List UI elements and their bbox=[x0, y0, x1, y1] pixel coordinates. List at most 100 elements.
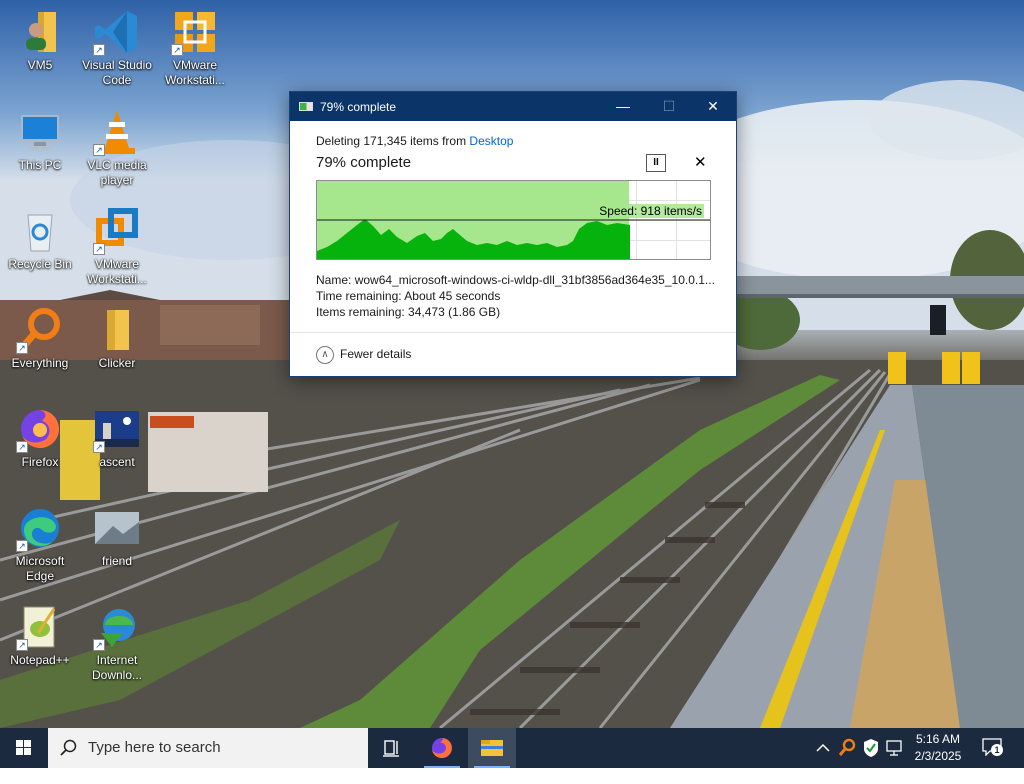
desktop-icon-this-pc[interactable]: This PC bbox=[0, 108, 80, 173]
progress-details: Name: wow64_microsoft-windows-ci-wldp-dl… bbox=[316, 272, 715, 320]
taskbar-file-explorer[interactable] bbox=[468, 728, 516, 768]
desktop-icon-label: Everything bbox=[11, 356, 69, 370]
desktop-icon-label: VM5 bbox=[27, 58, 53, 72]
vmware-icon: ↗ bbox=[171, 8, 219, 56]
vscode-icon: ↗ bbox=[93, 8, 141, 56]
user-folder-icon bbox=[16, 8, 64, 56]
shortcut-arrow-icon: ↗ bbox=[93, 144, 105, 156]
desktop-icon-label: ascent bbox=[99, 455, 135, 469]
desktop-icon-clicker[interactable]: Clicker bbox=[77, 306, 157, 371]
shield-icon bbox=[864, 739, 878, 757]
fewer-details-label: Fewer details bbox=[340, 347, 412, 362]
dialog-title: 79% complete bbox=[320, 100, 397, 114]
desktop-icon-recycle-bin[interactable]: Recycle Bin bbox=[0, 207, 80, 272]
desktop-icon-idm[interactable]: ↗ Internet Downlo... bbox=[77, 603, 157, 683]
shortcut-arrow-icon: ↗ bbox=[171, 44, 183, 56]
maximize-button: ☐ bbox=[662, 98, 676, 114]
desktop-icon-label: VLC media player bbox=[87, 158, 147, 187]
shortcut-arrow-icon: ↗ bbox=[93, 441, 105, 453]
items-remaining-value: 34,473 (1.86 GB) bbox=[408, 305, 501, 319]
throughput-graph: Speed: 918 items/s bbox=[316, 180, 711, 260]
time-remaining-label: Time remaining: bbox=[316, 289, 402, 303]
cancel-operation-button[interactable]: ✕ bbox=[694, 153, 707, 171]
desktop-icon-label: Microsoft Edge bbox=[15, 554, 65, 583]
progress-app-icon bbox=[299, 102, 313, 111]
items-remaining-label: Items remaining: bbox=[316, 305, 405, 319]
progress-heading: 79% complete bbox=[316, 154, 412, 171]
desktop-icon-label: Clicker bbox=[98, 356, 136, 370]
throughput-graph-svg bbox=[317, 181, 710, 259]
tray-everything[interactable] bbox=[836, 728, 858, 768]
edge-icon: ↗ bbox=[16, 504, 64, 552]
shortcut-arrow-icon: ↗ bbox=[93, 243, 105, 255]
shortcut-arrow-icon: ↗ bbox=[93, 639, 105, 651]
source-folder-link[interactable]: Desktop bbox=[469, 134, 513, 148]
minimize-button[interactable]: — bbox=[600, 92, 646, 121]
desktop-icon-label: Visual Studio Code bbox=[82, 58, 152, 87]
desktop-icon-vmware-2[interactable]: ↗ VMware Workstati... bbox=[77, 207, 157, 287]
shortcut-arrow-icon: ↗ bbox=[16, 639, 28, 651]
operation-text: Deleting 171,345 items from bbox=[316, 134, 470, 148]
tray-security[interactable] bbox=[860, 728, 882, 768]
shortcut-arrow-icon: ↗ bbox=[16, 441, 28, 453]
shortcut-arrow-icon: ↗ bbox=[16, 342, 28, 354]
task-view-button[interactable] bbox=[368, 728, 416, 768]
delete-progress-dialog[interactable]: 79% complete — ☐ ✕ Deleting 171,345 item… bbox=[289, 91, 737, 377]
firefox-icon bbox=[432, 738, 452, 758]
desktop-icon-label: VMware Workstati... bbox=[165, 58, 225, 87]
file-explorer-icon bbox=[481, 740, 503, 756]
magnifier-icon: ↗ bbox=[16, 306, 64, 354]
desktop-icon-vscode[interactable]: ↗ Visual Studio Code bbox=[77, 8, 157, 88]
desktop-icon-everything[interactable]: ↗ Everything bbox=[0, 306, 80, 371]
desktop-icon-friend[interactable]: friend bbox=[77, 504, 157, 569]
desktop-icon-label: VMware Workstati... bbox=[87, 257, 147, 286]
action-center-button[interactable]: 1 bbox=[982, 738, 1003, 757]
time-remaining-value: About 45 seconds bbox=[404, 289, 501, 303]
taskbar-clock[interactable]: 5:16 AM 2/3/2025 bbox=[906, 731, 970, 765]
tray-network[interactable] bbox=[884, 728, 906, 768]
desktop: VM5 ↗ Visual Studio Code ↗ VMware Workst… bbox=[0, 0, 1024, 728]
recycle-bin-icon bbox=[16, 207, 64, 255]
taskbar-search-box[interactable]: Type here to search bbox=[48, 728, 368, 768]
name-value: wow64_microsoft-windows-ci-wldp-dll_31bf… bbox=[354, 273, 715, 287]
desktop-icon-ascent[interactable]: ↗ ascent bbox=[77, 405, 157, 470]
chevron-up-icon: ∧ bbox=[316, 346, 334, 364]
windows-logo-icon bbox=[16, 740, 31, 755]
search-icon bbox=[60, 739, 77, 756]
vlc-cone-icon: ↗ bbox=[93, 108, 141, 156]
ascent-image-icon: ↗ bbox=[93, 405, 141, 453]
fewer-details-toggle[interactable]: ∧ Fewer details bbox=[316, 346, 411, 364]
desktop-icon-label: Firefox bbox=[21, 455, 59, 469]
shortcut-arrow-icon: ↗ bbox=[93, 44, 105, 56]
magnifier-icon bbox=[838, 738, 856, 756]
friend-image-icon bbox=[93, 504, 141, 552]
pause-button[interactable]: II bbox=[646, 154, 666, 172]
notification-count: 1 bbox=[991, 744, 1003, 756]
desktop-icon-label: Notepad++ bbox=[10, 653, 70, 667]
desktop-icon-firefox[interactable]: ↗ Firefox bbox=[0, 405, 80, 470]
clock-time: 5:16 AM bbox=[915, 732, 961, 746]
folder-icon bbox=[93, 306, 141, 354]
computer-icon bbox=[16, 108, 64, 156]
name-row: Name: wow64_microsoft-windows-ci-wldp-dl… bbox=[316, 272, 715, 288]
firefox-icon: ↗ bbox=[16, 405, 64, 453]
desktop-icon-vm5[interactable]: VM5 bbox=[0, 8, 80, 73]
divider bbox=[290, 332, 736, 333]
notepadpp-icon: ↗ bbox=[16, 603, 64, 651]
desktop-icon-label: friend bbox=[101, 554, 133, 568]
dialog-titlebar[interactable]: 79% complete — ☐ ✕ bbox=[290, 92, 736, 121]
desktop-icon-notepadpp[interactable]: ↗ Notepad++ bbox=[0, 603, 80, 668]
taskbar: Type here to search 5:16 AM 2/3/2025 1 bbox=[0, 728, 1024, 768]
desktop-icon-vlc[interactable]: ↗ VLC media player bbox=[77, 108, 157, 188]
close-button[interactable]: ✕ bbox=[690, 92, 736, 121]
desktop-icon-edge[interactable]: ↗ Microsoft Edge bbox=[0, 504, 80, 584]
desktop-icon-label: Internet Downlo... bbox=[91, 653, 143, 682]
operation-summary: Deleting 171,345 items from Desktop bbox=[316, 134, 513, 148]
start-button[interactable] bbox=[0, 728, 48, 768]
shortcut-arrow-icon: ↗ bbox=[16, 540, 28, 552]
desktop-icon-vmware-1[interactable]: ↗ VMware Workstati... bbox=[155, 8, 235, 88]
time-remaining-row: Time remaining: About 45 seconds bbox=[316, 288, 715, 304]
show-hidden-icons-button[interactable] bbox=[812, 728, 834, 768]
desktop-icon-label: Recycle Bin bbox=[8, 257, 72, 271]
taskbar-firefox[interactable] bbox=[418, 728, 466, 768]
